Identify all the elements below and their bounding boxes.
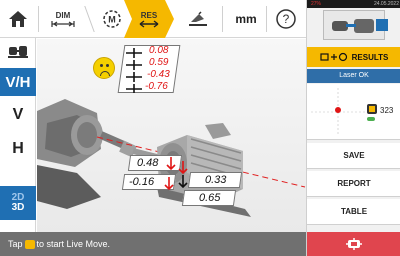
results-arrows-icon — [139, 19, 159, 28]
foot-value-3: -0.43 — [147, 69, 170, 80]
foot-arrows-icon — [126, 48, 142, 93]
top-toolbar: DIM M RES mm ? — [0, 0, 306, 38]
right-panel: 27% 24.05.2022 RESULTS Laser OK 323 SAVE… — [306, 0, 400, 256]
toolbar-divider — [266, 6, 267, 32]
foot-value-1: 0.08 — [149, 45, 169, 56]
machine-thumbnail[interactable] — [323, 10, 388, 40]
status-bar: Tap to start Live Move. — [0, 232, 306, 256]
status-prefix: Tap — [8, 239, 23, 249]
home-icon — [9, 11, 27, 27]
machine-train-icon — [8, 46, 28, 58]
home-button[interactable] — [0, 0, 36, 38]
status-date: 24.05.2022 — [373, 1, 399, 7]
table-button[interactable]: TABLE — [307, 199, 400, 225]
live-move-icon — [24, 239, 35, 249]
results-header-label: RESULTS — [351, 52, 389, 62]
toolbar-divider — [38, 6, 39, 32]
view-vertical-button[interactable]: V — [0, 100, 36, 130]
live-move-icon — [346, 238, 362, 250]
view-horizontal-button[interactable]: H — [0, 134, 36, 164]
device-status-bar: 27% 24.05.2022 — [307, 0, 400, 8]
report-side-button[interactable]: REPORT — [307, 171, 400, 197]
view-vh-button[interactable]: V/H — [0, 68, 36, 96]
tolerance-smiley-icon — [93, 57, 115, 79]
left-toolbar: V/H V H 2D 3D — [0, 38, 36, 232]
dimension-arrow-icon — [51, 20, 75, 27]
sensor-value: 323 — [380, 106, 394, 115]
view-3d-label: 3D — [11, 202, 25, 213]
results-tab-label: RES — [140, 10, 158, 20]
svg-text:M: M — [108, 15, 116, 25]
help-icon: ? — [276, 9, 296, 29]
coupling-horizontal-angle: 0.33 — [205, 174, 227, 186]
machine-setup-button[interactable] — [0, 38, 36, 64]
report-button[interactable] — [178, 0, 218, 38]
thumbnail-play-icon — [376, 19, 388, 31]
coupling-arrows-icon — [164, 157, 188, 191]
svg-text:?: ? — [283, 12, 290, 26]
report-icon — [189, 11, 207, 26]
save-button[interactable]: SAVE — [307, 143, 400, 169]
machine-thumbnail-icon — [332, 19, 374, 33]
coupling-horizontal-offset: 0.65 — [199, 192, 221, 204]
view-2d-3d-toggle[interactable]: 2D 3D — [0, 186, 36, 220]
foot-value-2: 0.59 — [149, 57, 169, 68]
foot-value-4: -0.76 — [145, 81, 168, 92]
coupling-vertical-offset: -0.16 — [129, 176, 155, 188]
toolbar-divider — [222, 6, 223, 32]
battery-level: 27% — [311, 1, 322, 7]
coupling-vertical-angle: 0.48 — [137, 157, 159, 169]
result-tools-icon — [320, 52, 347, 62]
live-move-button[interactable] — [307, 232, 400, 256]
measure-icon: M — [103, 10, 121, 28]
laser-status: Laser OK — [307, 69, 400, 83]
help-button[interactable]: ? — [268, 0, 304, 38]
laser-target-view: 323 — [307, 84, 400, 140]
results-header: RESULTS — [307, 47, 400, 67]
left-machine — [37, 99, 137, 209]
units-button[interactable]: mm — [228, 0, 264, 38]
status-message: to start Live Move. — [36, 239, 111, 249]
machine-3d-view[interactable]: 0.08 0.59 -0.43 -0.76 0.48 -0.16 0.33 0.… — [37, 39, 306, 232]
measure-button[interactable]: M — [92, 0, 132, 38]
dimensions-label: DIM — [55, 10, 71, 20]
